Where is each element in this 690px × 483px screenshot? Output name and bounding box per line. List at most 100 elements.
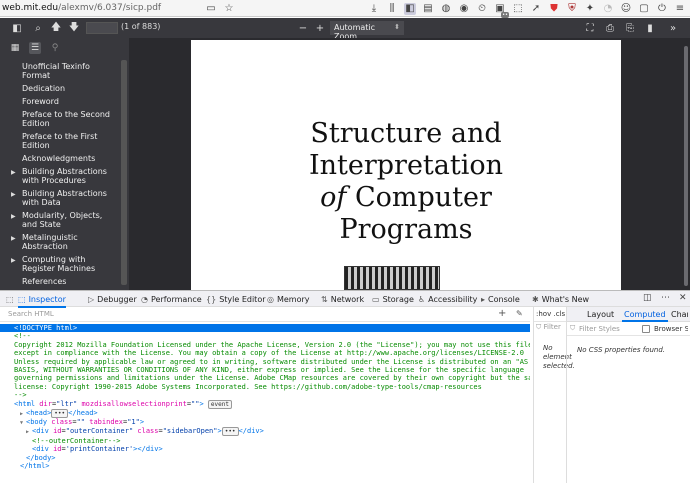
expand-triangle-icon[interactable]: ▶ — [11, 234, 16, 243]
ublock-icon[interactable]: ⛨ — [566, 3, 578, 15]
tab-console[interactable]: ▸ Console — [481, 293, 520, 306]
previous-page-button[interactable]: 🡅 — [50, 20, 62, 36]
sidebar-toggle-button[interactable]: ◧ — [10, 20, 24, 36]
tab-debugger[interactable]: ▷ Debugger — [88, 293, 137, 306]
zoom-out-button[interactable]: − — [297, 20, 309, 36]
bookmark-button[interactable]: ▮ — [644, 20, 656, 36]
camera-icon[interactable]: ◉ — [458, 3, 470, 15]
tools-button[interactable]: » — [666, 20, 680, 36]
viewer-scrollbar[interactable] — [683, 40, 689, 288]
tab-layout[interactable]: Layout — [587, 310, 614, 319]
search-html-input[interactable]: Search HTML — [8, 310, 54, 318]
url-bar[interactable]: web.mit.edu/alexmv/6.037/sicp.pdf — [0, 3, 161, 13]
outline-item[interactable]: ▶ Metalinguistic Abstraction — [0, 231, 120, 253]
arrow-icon[interactable]: ➚ — [530, 3, 542, 15]
hov-toggle[interactable]: :hov — [536, 310, 551, 318]
expand-triangle-icon[interactable]: ▶ — [11, 256, 16, 265]
presentation-mode-button[interactable]: ⛶ — [584, 20, 596, 36]
outline-item[interactable]: Dedication — [0, 82, 120, 95]
outline-item[interactable]: Unofficial Texinfo Format — [0, 60, 120, 82]
expand-triangle-icon[interactable]: ▶ — [11, 168, 16, 177]
comment-line[interactable]: governing permissions and limitations un… — [0, 374, 530, 382]
comment-line[interactable]: except in compliance with the License. Y… — [0, 349, 530, 357]
cookie-icon[interactable]: ◍ — [440, 3, 452, 15]
html-node[interactable]: <html dir="ltr" mozdisallowselectionprin… — [0, 399, 530, 409]
outline-item[interactable]: ▶ Computing with Register Machines — [0, 253, 120, 275]
page-number-input[interactable] — [86, 22, 118, 34]
rules-filter[interactable]: ⛉ Filter — [534, 322, 566, 332]
expand-triangle-icon[interactable]: ▶ — [11, 190, 16, 199]
power-icon[interactable]: ⏻ — [656, 3, 668, 15]
zoom-select[interactable]: Automatic Zoom ⬍ — [330, 21, 404, 41]
outer-container-node[interactable]: ▶ <div id="outerContainer" class="sidebar… — [0, 427, 530, 437]
downloads-icon[interactable]: ⤓ — [368, 3, 380, 15]
tab-accessibility[interactable]: ♿ Accessibility — [418, 293, 477, 306]
element-picker[interactable]: ⬚ — [6, 293, 14, 306]
doctype-node[interactable]: <!DOCTYPE html> — [0, 324, 530, 333]
extension-clock-icon[interactable]: ⏲ — [476, 3, 488, 15]
comment-line[interactable]: license: Copyright 1990-2015 Adobe Syste… — [0, 383, 530, 391]
print-container-node[interactable]: <div id='printContainer'></div> — [0, 445, 530, 453]
ghost-icon[interactable]: ◔ — [602, 3, 614, 15]
comment-open[interactable]: <!-- — [0, 332, 530, 340]
find-button[interactable]: ⌕ — [32, 20, 44, 36]
document-icon[interactable]: ▤ — [422, 3, 434, 15]
head-node[interactable]: ▶ <head> ••• </head> — [0, 408, 530, 418]
bookmark-star-icon[interactable]: ☆ — [223, 3, 235, 15]
thumbnails-icon[interactable]: ▦ — [9, 42, 21, 54]
tab-style-editor[interactable]: {} Style Editor — [206, 293, 266, 306]
pocket-icon[interactable]: ⛊ — [548, 3, 560, 15]
extension-badge-icon[interactable]: ▣ •• — [494, 3, 509, 18]
outline-item[interactable]: Foreword — [0, 95, 120, 108]
tab-storage[interactable]: ▭ Storage — [372, 293, 414, 306]
comment-close[interactable]: --> — [0, 391, 530, 399]
outline-item[interactable]: Preface to the Second Edition — [0, 108, 120, 130]
expand-triangle-icon[interactable]: ▶ — [11, 212, 16, 221]
tab-memory[interactable]: ◎ Memory — [267, 293, 310, 306]
viewer-scroll-thumb[interactable] — [684, 46, 688, 286]
cls-toggle[interactable]: .cls — [553, 310, 565, 318]
reader-view-icon[interactable]: ▭ — [205, 3, 217, 15]
tab-inspector[interactable]: ⬚ Inspector — [18, 293, 66, 308]
next-page-button[interactable]: 🡇 — [68, 20, 80, 36]
outline-item[interactable]: ▶ Modularity, Objects, and State — [0, 209, 120, 231]
comment-line[interactable]: BASIS, WITHOUT WARRANTIES OR CONDITIONS … — [0, 366, 530, 374]
tab-network[interactable]: ⇅ Network — [321, 293, 364, 306]
more-options-icon[interactable]: ⋯ — [661, 293, 670, 303]
event-badge[interactable]: event — [207, 399, 232, 409]
outline-item[interactable]: ▶ Building Abstractions with Data — [0, 187, 120, 209]
zoom-in-button[interactable]: + — [314, 20, 326, 36]
close-devtools-icon[interactable]: ✕ — [679, 293, 687, 303]
browser-styles-checkbox[interactable] — [642, 325, 650, 333]
outline-item[interactable]: ▶ Building Abstractions with Procedures — [0, 165, 120, 187]
print-button[interactable]: ⎙ — [604, 20, 616, 36]
comment-line[interactable]: Unless required by applicable law or agr… — [0, 358, 530, 366]
tab-performance[interactable]: ◔ Performance — [141, 293, 202, 306]
account-icon[interactable]: ☺ — [620, 3, 632, 15]
sidebar-toggle-icon[interactable]: ◧ — [404, 2, 416, 15]
comment-line[interactable]: Copyright 2012 Mozilla Foundation Licens… — [0, 341, 530, 349]
html-close-node[interactable]: </html> — [0, 462, 530, 470]
library-icon[interactable]: ⫼ — [386, 3, 398, 15]
body-close-node[interactable]: </body> — [0, 454, 530, 462]
outline-item[interactable]: Acknowledgments — [0, 152, 120, 165]
dock-icon[interactable]: ◫ — [643, 293, 652, 303]
outer-container-comment[interactable]: <!--outerContainer--> — [0, 437, 530, 445]
filter-styles-input[interactable]: Filter Styles — [579, 325, 620, 333]
outline-icon[interactable]: ☰ — [29, 42, 41, 54]
sidebar-scrollbar[interactable] — [121, 60, 127, 285]
outline-item[interactable]: References — [0, 275, 120, 288]
add-node-icon[interactable]: + — [498, 308, 506, 319]
collapsed-badge[interactable]: ••• — [221, 427, 239, 437]
tab-computed[interactable]: Computed — [622, 310, 668, 322]
save-button[interactable]: ⎘ — [624, 20, 636, 36]
page-icon[interactable]: ▢ — [638, 3, 650, 15]
attachments-icon[interactable]: ⚲ — [49, 42, 61, 54]
body-node[interactable]: ▼ <body class="" tabindex="1"> — [0, 418, 530, 427]
tag-icon[interactable]: ⬚ — [512, 3, 524, 15]
collapsed-badge[interactable]: ••• — [51, 408, 69, 418]
tab-changes[interactable]: Changes — [671, 310, 688, 319]
tab-what-s-new[interactable]: ✱ What's New — [532, 293, 589, 306]
outline-item[interactable]: Preface to the First Edition — [0, 130, 120, 152]
puzzle-icon[interactable]: ✦ — [584, 3, 596, 15]
